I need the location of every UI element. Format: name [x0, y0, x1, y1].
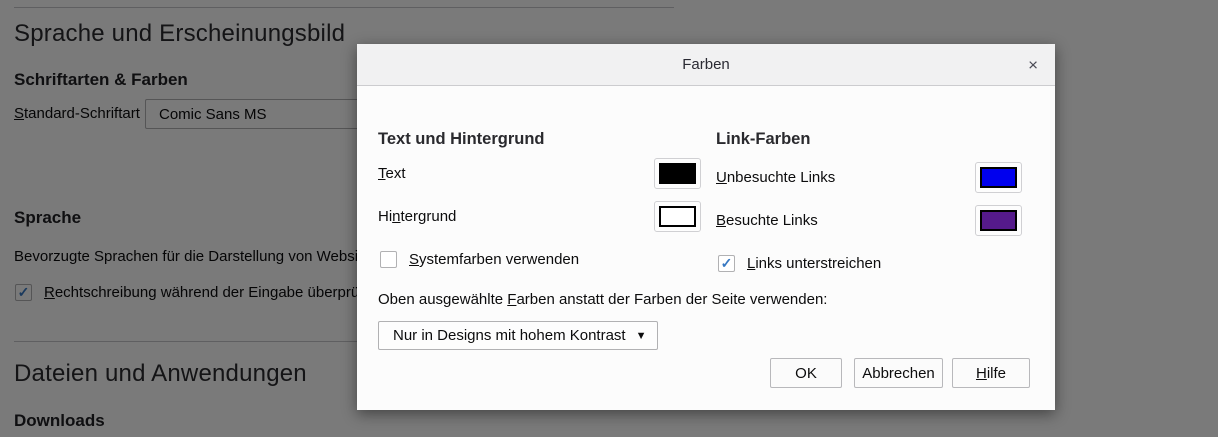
check-icon: ✓: [721, 256, 733, 270]
unvisited-links-label: Unbesuchte Links: [716, 169, 835, 186]
background-color-value: [659, 206, 696, 227]
system-colors-row: Systemfarben verwenden: [380, 251, 579, 268]
dialog-title: Farben: [682, 56, 730, 73]
cancel-button[interactable]: Abbrechen: [854, 358, 943, 388]
help-button[interactable]: Hilfe: [952, 358, 1030, 388]
unvisited-links-color-swatch[interactable]: [975, 162, 1022, 193]
colors-dialog: Farben × Text und Hintergrund Link-Farbe…: [357, 44, 1055, 410]
visited-links-color-swatch[interactable]: [975, 205, 1022, 236]
text-color-value: [659, 163, 696, 184]
underline-links-checkbox[interactable]: ✓: [718, 255, 735, 272]
visited-links-label: Besuchte Links: [716, 212, 818, 229]
system-colors-checkbox[interactable]: [380, 251, 397, 268]
override-colors-label: Oben ausgewählte Farben anstatt der Farb…: [378, 291, 827, 308]
close-icon[interactable]: ×: [1024, 54, 1042, 75]
unvisited-links-color-value: [980, 167, 1017, 188]
background-color-label: Hintergrund: [378, 208, 456, 225]
heading-link-colors: Link-Farben: [716, 130, 810, 149]
override-colors-selected-value: Nur in Designs mit hohem Kontrast: [393, 327, 626, 344]
underline-links-row: ✓ Links unterstreichen: [718, 255, 881, 272]
ok-button[interactable]: OK: [770, 358, 842, 388]
text-color-label: Text: [378, 165, 406, 182]
visited-links-color-value: [980, 210, 1017, 231]
text-color-swatch[interactable]: [654, 158, 701, 189]
underline-links-label: Links unterstreichen: [747, 255, 881, 272]
override-colors-select[interactable]: Nur in Designs mit hohem Kontrast ▼: [378, 321, 658, 350]
background-color-swatch[interactable]: [654, 201, 701, 232]
system-colors-label: Systemfarben verwenden: [409, 251, 579, 268]
chevron-down-icon: ▼: [636, 330, 647, 342]
firefox-preferences-page: Sprache und Erscheinungsbild Schriftarte…: [0, 0, 1218, 437]
heading-text-background: Text und Hintergrund: [378, 130, 545, 149]
dialog-titlebar: Farben ×: [357, 44, 1055, 86]
